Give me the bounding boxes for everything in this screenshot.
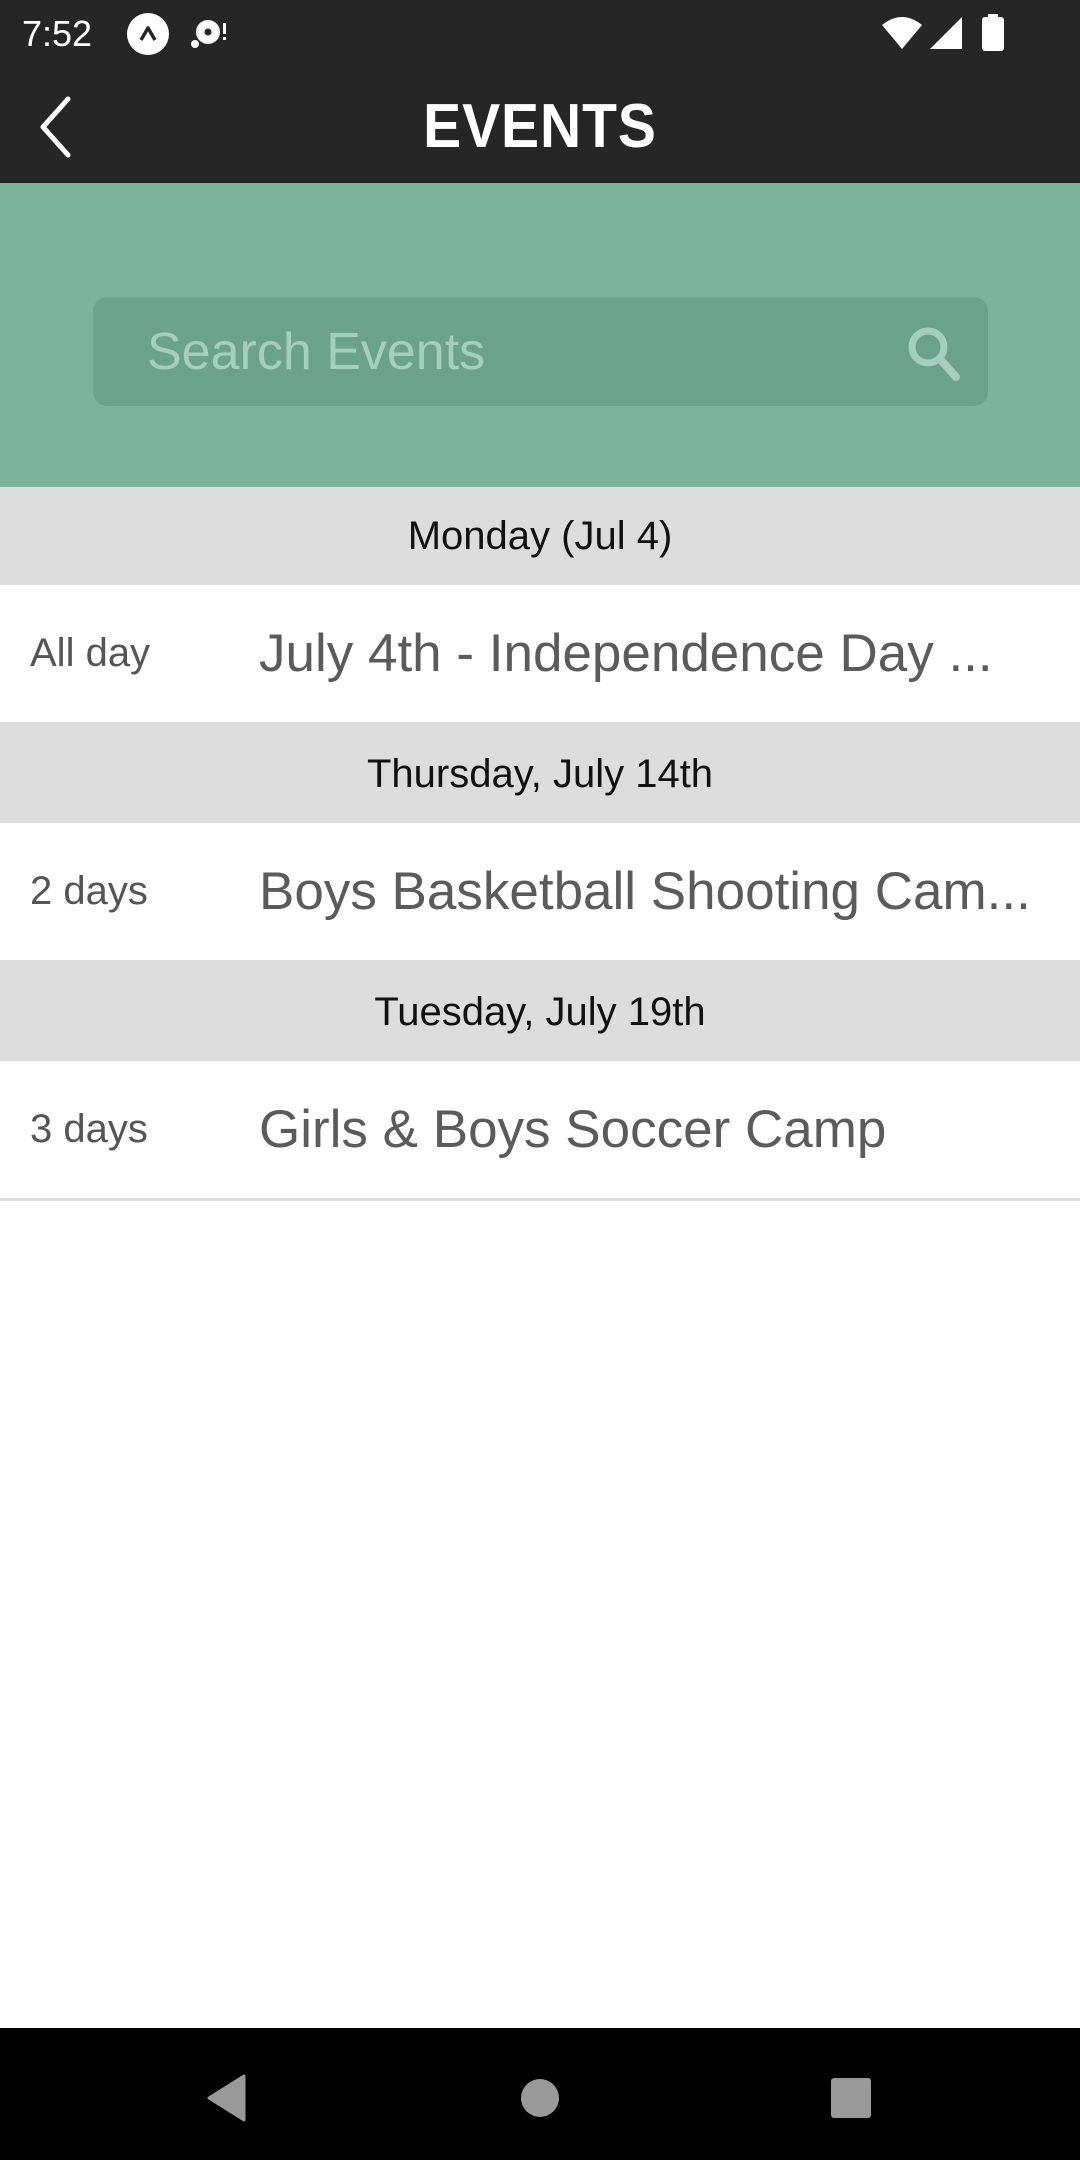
battery-icon bbox=[981, 14, 1005, 57]
app-notification-icon bbox=[127, 13, 169, 55]
event-duration: All day bbox=[30, 631, 151, 675]
event-title: July 4th - Independence Day ... bbox=[259, 624, 993, 683]
nav-back-button[interactable] bbox=[186, 2058, 266, 2138]
section-header: Monday (Jul 4) bbox=[0, 487, 1080, 585]
event-title: Girls & Boys Soccer Camp bbox=[259, 1100, 887, 1159]
search-box[interactable] bbox=[93, 297, 988, 406]
cell-signal-icon bbox=[928, 15, 964, 56]
event-duration: 2 days bbox=[30, 869, 148, 913]
event-row[interactable]: 2 days Boys Basketball Shooting Cam... bbox=[0, 823, 1080, 963]
search-icon[interactable] bbox=[904, 323, 964, 383]
status-time: 7:52 bbox=[22, 13, 93, 54]
app-header: EVENTS bbox=[0, 70, 1080, 183]
page-title: EVENTS bbox=[423, 92, 657, 161]
search-band bbox=[0, 183, 1080, 487]
event-row[interactable]: 3 days Girls & Boys Soccer Camp bbox=[0, 1061, 1080, 1201]
system-nav-bar bbox=[0, 2028, 1080, 2160]
event-duration: 3 days bbox=[30, 1107, 148, 1151]
section-header: Tuesday, July 19th bbox=[0, 963, 1080, 1061]
circle-home-icon bbox=[521, 2079, 559, 2117]
nav-home-button[interactable] bbox=[500, 2058, 580, 2138]
event-row[interactable]: All day July 4th - Independence Day ... bbox=[0, 585, 1080, 725]
nav-recents-button[interactable] bbox=[811, 2058, 891, 2138]
media-notification-icon bbox=[190, 14, 230, 54]
search-input[interactable] bbox=[147, 297, 887, 406]
section-header: Thursday, July 14th bbox=[0, 725, 1080, 823]
triangle-back-icon bbox=[207, 2074, 246, 2122]
square-recents-icon bbox=[831, 2078, 871, 2118]
status-bar: 7:52 bbox=[0, 0, 1080, 70]
event-list: Monday (Jul 4) All day July 4th - Indepe… bbox=[0, 487, 1080, 1201]
event-title: Boys Basketball Shooting Cam... bbox=[259, 862, 1031, 921]
wifi-icon bbox=[880, 15, 924, 56]
